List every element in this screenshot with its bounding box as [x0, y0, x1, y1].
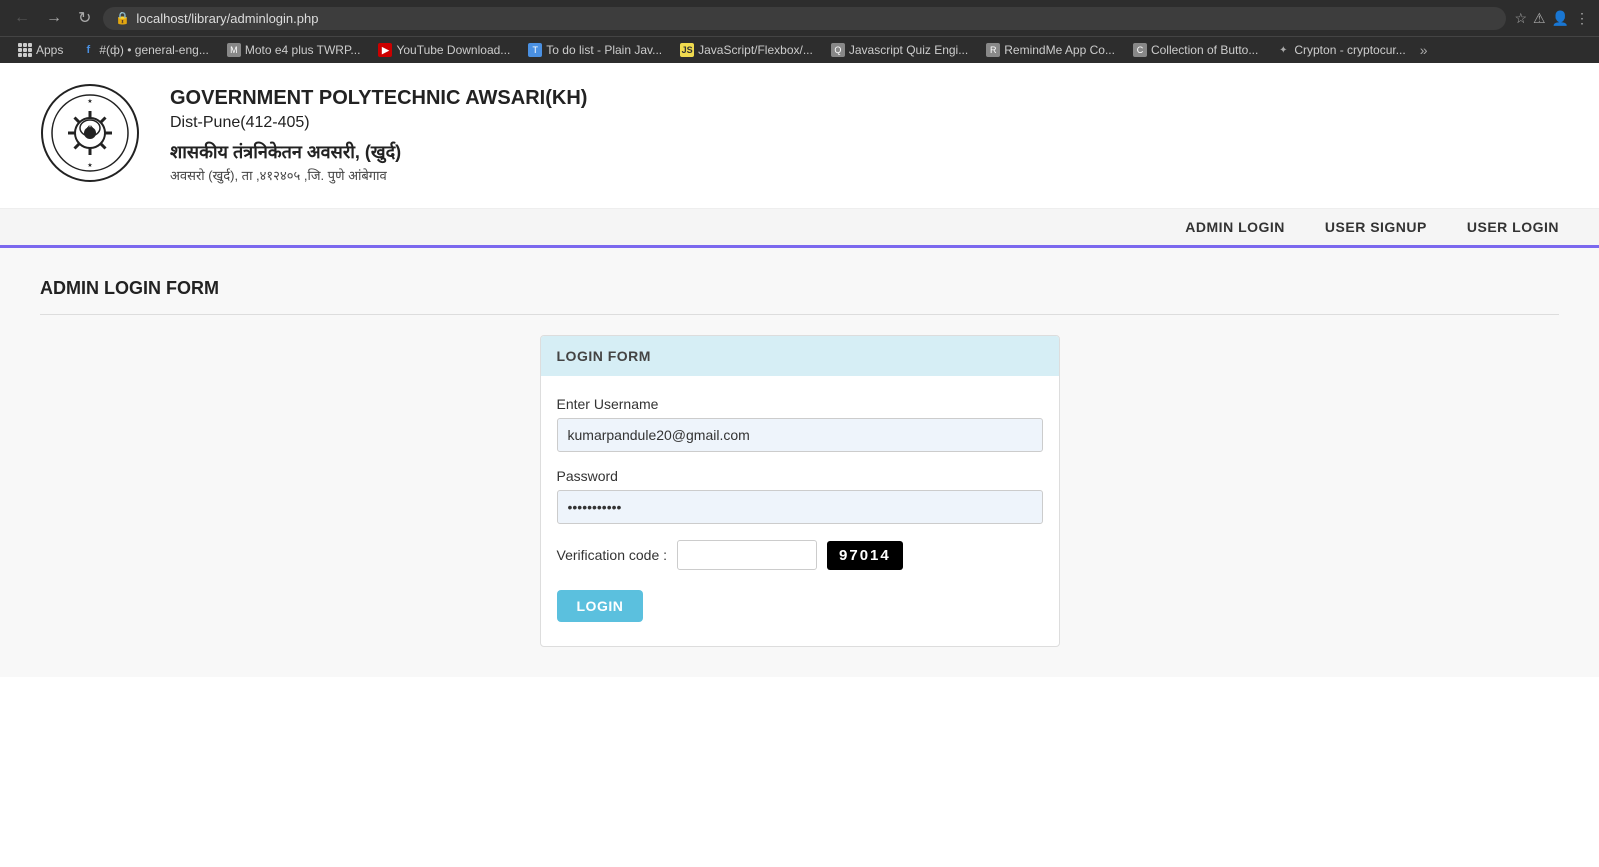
bookmark-collection[interactable]: C Collection of Butto...: [1125, 41, 1266, 59]
bookmark-crypton-label: Crypton - cryptocur...: [1294, 43, 1405, 57]
bookmark-youtube[interactable]: ▶ YouTube Download...: [370, 41, 518, 59]
browser-toolbar: ← → ↻ 🔒 localhost/library/adminlogin.php…: [0, 0, 1599, 36]
back-button[interactable]: ←: [10, 7, 34, 29]
password-input[interactable]: [557, 490, 1043, 524]
login-button[interactable]: LOGIN: [557, 590, 644, 622]
bookmark-moto-label: Moto e4 plus TWRP...: [245, 43, 361, 57]
svg-text:★: ★: [87, 162, 92, 169]
verification-row: Verification code : 97014: [557, 540, 1043, 570]
username-label: Enter Username: [557, 396, 1043, 412]
bookmark-todo-icon: T: [528, 43, 542, 57]
bookmark-crypton-icon: ✦: [1276, 43, 1290, 57]
bookmark-todo[interactable]: T To do list - Plain Jav...: [520, 41, 670, 59]
verification-label: Verification code :: [557, 547, 668, 563]
bookmark-remindme-label: RemindMe App Co...: [1004, 43, 1115, 57]
apps-grid-icon: [18, 43, 32, 57]
username-input[interactable]: [557, 418, 1043, 452]
menu-icon[interactable]: ⋮: [1575, 10, 1589, 27]
bookmark-js-label: JavaScript/Flexbox/...: [698, 43, 813, 57]
forward-button[interactable]: →: [42, 7, 66, 29]
lock-icon: 🔒: [115, 11, 130, 25]
bookmark-crypton[interactable]: ✦ Crypton - cryptocur...: [1268, 41, 1413, 59]
star-icon[interactable]: ☆: [1514, 10, 1527, 27]
nav-admin-login[interactable]: ADMIN LOGIN: [1185, 219, 1285, 235]
college-logo: ⚙ ★ ★: [40, 83, 140, 183]
browser-chrome: ← → ↻ 🔒 localhost/library/adminlogin.php…: [0, 0, 1599, 63]
page-content: ⚙ ★ ★ GOVERNMENT POLYTECHNIC AWSARI(KH) …: [0, 63, 1599, 858]
url-text: localhost/library/adminlogin.php: [136, 11, 318, 26]
bookmarks-bar: Apps f #(ф) • general-eng... M Moto e4 p…: [0, 36, 1599, 63]
alert-icon[interactable]: ⚠: [1533, 10, 1546, 27]
college-name-hindi: शासकीय तंत्रनिकेतन अवसरी, (खुर्द): [170, 140, 1559, 164]
bookmark-remind-icon: R: [986, 43, 1000, 57]
login-card-body: Enter Username Password Verification cod…: [541, 376, 1059, 646]
bookmark-apps-label: Apps: [36, 43, 63, 57]
bookmark-general-eng-label: #(ф) • general-eng...: [99, 43, 208, 57]
password-label: Password: [557, 468, 1043, 484]
bookmark-quiz-icon: Q: [831, 43, 845, 57]
college-address-hindi: अवसरो (खुर्द), ता ,४१२४०५ ,जि. पुणे आंबे…: [170, 166, 1559, 184]
login-card: LOGIN FORM Enter Username Password Verif…: [540, 335, 1060, 647]
bookmark-moto-icon: M: [227, 43, 241, 57]
bookmark-quiz[interactable]: Q Javascript Quiz Engi...: [823, 41, 976, 59]
bookmark-js[interactable]: JS JavaScript/Flexbox/...: [672, 41, 821, 59]
username-group: Enter Username: [557, 396, 1043, 452]
bookmark-todo-label: To do list - Plain Jav...: [546, 43, 662, 57]
login-card-header: LOGIN FORM: [541, 336, 1059, 376]
nav-user-signup[interactable]: USER SIGNUP: [1325, 219, 1427, 235]
form-title: ADMIN LOGIN FORM: [40, 278, 1559, 315]
bookmark-quiz-label: Javascript Quiz Engi...: [849, 43, 968, 57]
main-content: ADMIN LOGIN FORM LOGIN FORM Enter Userna…: [0, 248, 1599, 677]
college-district: Dist-Pune(412-405): [170, 114, 1559, 132]
bookmark-collection-label: Collection of Butto...: [1151, 43, 1258, 57]
bookmark-general-eng[interactable]: f #(ф) • general-eng...: [73, 41, 216, 59]
bookmark-collection-icon: C: [1133, 43, 1147, 57]
bookmark-youtube-icon: ▶: [378, 43, 392, 57]
svg-text:★: ★: [87, 98, 92, 105]
college-info: GOVERNMENT POLYTECHNIC AWSARI(KH) Dist-P…: [170, 87, 1559, 184]
bookmark-apps[interactable]: Apps: [10, 41, 71, 59]
bookmark-general-eng-icon: f: [81, 43, 95, 57]
nav-user-login[interactable]: USER LOGIN: [1467, 219, 1559, 235]
bookmarks-more-button[interactable]: »: [1416, 42, 1432, 58]
verification-input[interactable]: [677, 540, 817, 570]
svg-text:⚙: ⚙: [86, 124, 93, 133]
refresh-button[interactable]: ↻: [74, 6, 95, 30]
address-bar[interactable]: 🔒 localhost/library/adminlogin.php: [103, 7, 1506, 30]
bookmark-js-icon: JS: [680, 43, 694, 57]
bookmark-youtube-label: YouTube Download...: [396, 43, 510, 57]
bookmark-remindme[interactable]: R RemindMe App Co...: [978, 41, 1123, 59]
logo-area: ⚙ ★ ★: [40, 83, 140, 188]
account-icon[interactable]: 👤: [1552, 10, 1569, 27]
captcha-display: 97014: [827, 541, 903, 570]
navbar: ADMIN LOGIN USER SIGNUP USER LOGIN: [0, 209, 1599, 248]
site-header: ⚙ ★ ★ GOVERNMENT POLYTECHNIC AWSARI(KH) …: [0, 63, 1599, 209]
password-group: Password: [557, 468, 1043, 524]
browser-actions: ☆ ⚠ 👤 ⋮: [1514, 10, 1589, 27]
college-name-english: GOVERNMENT POLYTECHNIC AWSARI(KH): [170, 87, 1559, 110]
bookmark-moto[interactable]: M Moto e4 plus TWRP...: [219, 41, 369, 59]
